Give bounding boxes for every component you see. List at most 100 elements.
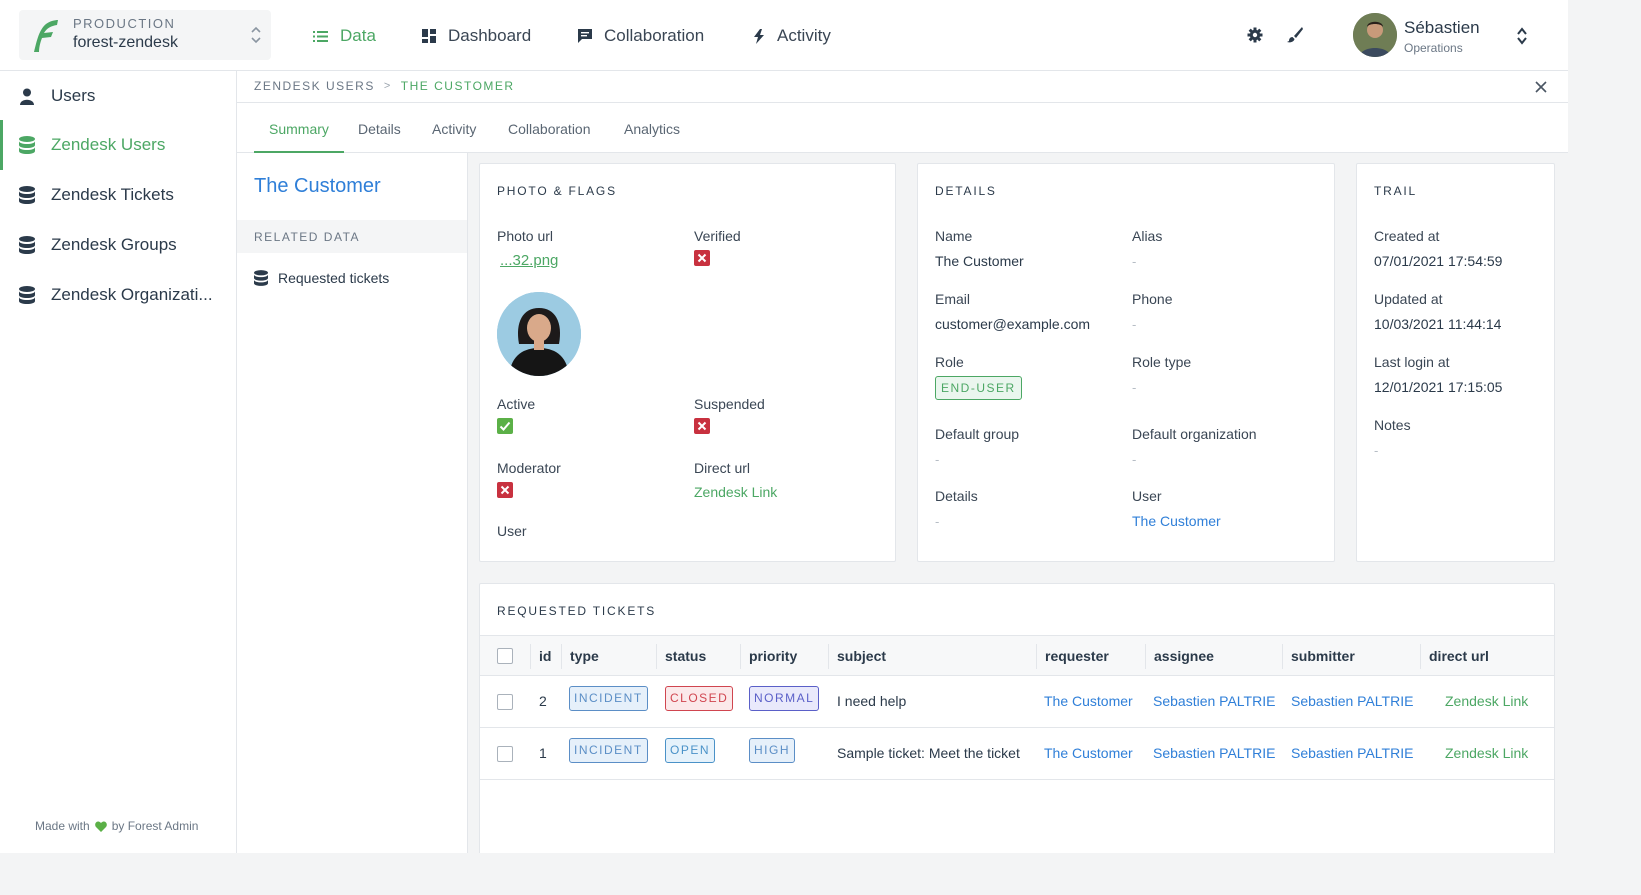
photo-flags-card: PHOTO & FLAGS Photo url ...32.png Verifi… — [479, 163, 896, 562]
email-value: customer@example.com — [935, 316, 1091, 332]
tab-collaboration[interactable]: Collaboration — [508, 121, 591, 137]
close-icon[interactable] — [1534, 80, 1548, 94]
customer-photo-image — [497, 292, 581, 376]
nav-collaboration[interactable]: Collaboration — [578, 24, 704, 48]
submitter-link[interactable]: Sebastien PALTRIE — [1291, 745, 1413, 761]
heart-icon — [94, 820, 107, 832]
column-header-type[interactable]: type — [570, 648, 599, 664]
footer-suffix: by Forest Admin — [111, 819, 199, 833]
email-label: Email — [935, 291, 971, 307]
tab-details[interactable]: Details — [358, 121, 401, 137]
breadcrumb-collection[interactable]: ZENDESK USERS — [254, 79, 375, 93]
column-divider — [1036, 644, 1037, 669]
related-data-header: RELATED DATA — [237, 220, 467, 253]
database-icon — [19, 186, 35, 204]
project-switcher[interactable]: PRODUCTION forest-zendesk — [19, 10, 271, 60]
tab-summary[interactable]: Summary — [269, 121, 329, 137]
priority-badge: HIGH — [749, 738, 795, 763]
user-label: User — [1132, 488, 1162, 504]
sidebar-item-users[interactable]: Users — [0, 71, 236, 121]
sidebar-item-zendesk-users[interactable]: Zendesk Users — [0, 120, 236, 170]
submitter-link[interactable]: Sebastien PALTRIE — [1291, 693, 1413, 709]
top-bar: PRODUCTION forest-zendesk Data Dashboard… — [0, 0, 1568, 71]
user-avatar[interactable] — [1353, 13, 1397, 57]
forest-logo-icon — [34, 20, 58, 52]
column-divider — [1282, 644, 1283, 669]
brush-icon[interactable] — [1286, 26, 1304, 44]
nav-activity[interactable]: Activity — [753, 24, 831, 48]
related-item-requested-tickets[interactable]: Requested tickets — [254, 270, 389, 286]
direct-url-link[interactable]: Zendesk Link — [1445, 745, 1528, 761]
assignee-link[interactable]: Sebastien PALTRIE — [1153, 745, 1275, 761]
breadcrumb-separator-icon: > — [383, 80, 392, 92]
tab-activity[interactable]: Activity — [432, 121, 476, 137]
requested-tickets-card: REQUESTED TICKETS id type status priorit… — [479, 583, 1555, 853]
user-name: Sébastien — [1404, 18, 1480, 37]
breadcrumb: ZENDESK USERS > THE CUSTOMER — [254, 79, 515, 93]
row-checkbox[interactable] — [497, 746, 513, 762]
nav-data[interactable]: Data — [313, 24, 376, 48]
column-header-direct-url[interactable]: direct url — [1429, 648, 1489, 664]
sidebar-item-zendesk-groups[interactable]: Zendesk Groups — [0, 220, 236, 270]
user-label: User — [497, 523, 527, 539]
table-row[interactable]: 1 INCIDENT OPEN HIGH Sample ticket: Meet… — [480, 728, 1554, 780]
priority-badge: NORMAL — [749, 686, 820, 711]
column-header-priority[interactable]: priority — [749, 648, 797, 664]
select-all-checkbox[interactable] — [497, 648, 513, 664]
updated-at-label: Updated at — [1374, 291, 1443, 307]
requester-link[interactable]: The Customer — [1044, 745, 1133, 761]
x-cross-icon — [694, 250, 710, 266]
cell-subject: I need help — [837, 693, 907, 709]
details-value: - — [935, 514, 940, 529]
list-icon — [313, 30, 328, 42]
column-header-requester[interactable]: requester — [1045, 648, 1109, 664]
assignee-link[interactable]: Sebastien PALTRIE — [1153, 693, 1275, 709]
updated-at-value: 10/03/2021 11:44:14 — [1374, 316, 1502, 332]
column-header-submitter[interactable]: submitter — [1291, 648, 1355, 664]
settings-gear-icon[interactable] — [1246, 26, 1264, 44]
notes-label: Notes — [1374, 417, 1411, 433]
column-header-status[interactable]: status — [665, 648, 706, 664]
cell-id: 1 — [539, 745, 547, 761]
direct-url-label: Direct url — [694, 460, 751, 476]
table-row[interactable]: 2 INCIDENT CLOSED NORMAL I need help The… — [480, 676, 1554, 728]
user-avatar-image — [1353, 13, 1397, 57]
status-badge: OPEN — [665, 738, 716, 763]
active-label: Active — [497, 396, 536, 412]
requester-link[interactable]: The Customer — [1044, 693, 1133, 709]
sidebar: Users Zendesk Users Zendesk Tickets Zend… — [0, 71, 237, 853]
photo-url-link[interactable]: ...32.png — [500, 252, 558, 269]
alias-label: Alias — [1132, 228, 1163, 244]
user-icon — [20, 88, 34, 105]
column-header-id[interactable]: id — [539, 648, 551, 664]
role-label: Role — [935, 354, 964, 370]
row-checkbox[interactable] — [497, 694, 513, 710]
nav-dashboard[interactable]: Dashboard — [422, 24, 531, 48]
role-type-value: - — [1132, 380, 1137, 395]
default-group-label: Default group — [935, 426, 1020, 442]
x-cross-icon — [694, 418, 710, 434]
customer-photo — [497, 292, 581, 376]
card-title: REQUESTED TICKETS — [497, 604, 657, 618]
footer-prefix: Made with — [35, 819, 90, 833]
nav-activity-label: Activity — [777, 26, 831, 45]
sidebar-item-zendesk-organizations[interactable]: Zendesk Organizati... — [0, 270, 236, 320]
status-badge: CLOSED — [665, 686, 734, 711]
chevron-updown-icon[interactable] — [1515, 24, 1529, 48]
column-divider — [530, 644, 531, 669]
created-at-value: 07/01/2021 17:54:59 — [1374, 253, 1503, 269]
column-header-assignee[interactable]: assignee — [1154, 648, 1214, 664]
record-tabs: Summary Details Activity Collaboration A… — [237, 103, 1568, 153]
user-link[interactable]: The Customer — [1132, 513, 1221, 529]
tab-analytics[interactable]: Analytics — [624, 121, 680, 137]
direct-url-link[interactable]: Zendesk Link — [694, 484, 777, 500]
column-header-subject[interactable]: subject — [837, 648, 886, 664]
sidebar-item-zendesk-tickets[interactable]: Zendesk Tickets — [0, 170, 236, 220]
database-icon — [19, 236, 35, 254]
direct-url-link[interactable]: Zendesk Link — [1445, 693, 1528, 709]
column-divider — [1145, 644, 1146, 669]
column-divider — [561, 644, 562, 669]
nav-data-label: Data — [340, 26, 376, 45]
type-badge: INCIDENT — [569, 686, 648, 711]
alias-value: - — [1132, 254, 1137, 269]
